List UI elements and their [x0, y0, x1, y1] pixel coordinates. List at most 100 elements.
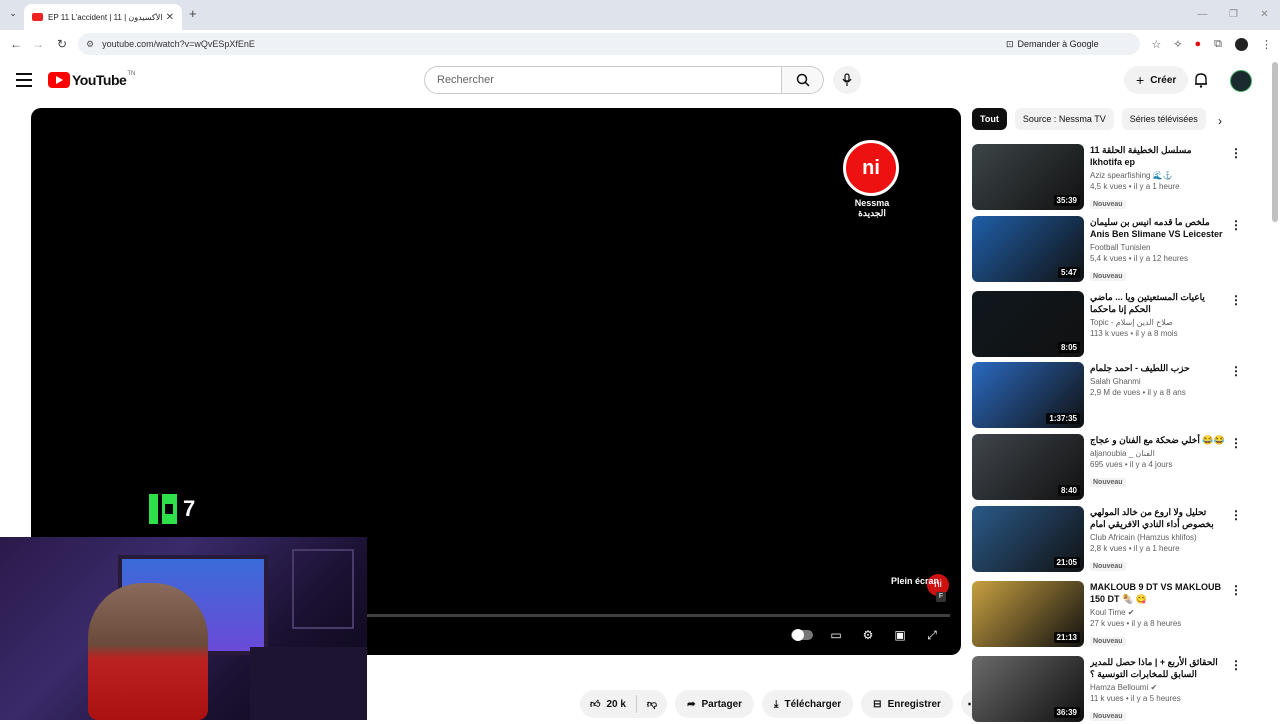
notifications-bell-icon[interactable] [1194, 72, 1208, 93]
progress-bar[interactable] [366, 614, 950, 617]
forward-icon[interactable]: → [26, 37, 50, 51]
filter-chips: Tout Source : Nessma TV Séries télévisée… [972, 108, 1206, 130]
profile-avatar[interactable] [1235, 37, 1248, 51]
video-thumbnail[interactable]: 8:05 [972, 291, 1084, 357]
channel-name[interactable]: Topic - صلاح الدين إسلام [1090, 317, 1226, 328]
address-bar-row: ← → ↻ ⚙ youtube.com/watch?v=wQvESpXfEnE … [0, 30, 1280, 58]
hamburger-menu-icon[interactable] [16, 73, 32, 87]
url-text: youtube.com/watch?v=wQvESpXfEnE [102, 39, 255, 49]
recommendation-item[interactable]: 21:13 MAKLOUB 9 DT VS MAKLOUB 150 DT 🌯 😋 K… [972, 581, 1262, 649]
google-lens-icon: ⊡ [1006, 38, 1014, 49]
page-scrollbar[interactable] [1272, 62, 1278, 222]
chip-series[interactable]: Séries télévisées [1121, 108, 1206, 130]
site-info-icon[interactable]: ⚙ [86, 39, 94, 50]
dislike-button[interactable]: 👎︎ [637, 695, 667, 713]
more-options-icon[interactable]: ⋮ [1230, 218, 1242, 232]
close-tab-icon[interactable]: ✕ [166, 12, 174, 23]
video-thumbnail[interactable]: 1:37:35 [972, 362, 1084, 428]
account-avatar[interactable] [1230, 70, 1252, 92]
recommendation-item[interactable]: 35:39 مسلسل الخطيفة الحلقة 11 Ikhotifa ep… [972, 144, 1262, 212]
search-button[interactable] [782, 66, 824, 94]
extension-icon[interactable]: ⟡ [1174, 38, 1181, 51]
opera-icon[interactable]: ● [1194, 38, 1201, 50]
video-title[interactable]: مسلسل الخطيفة الحلقة 11 Ikhotifa ep [1090, 144, 1226, 168]
browser-menu-icon[interactable]: ⋮ [1261, 38, 1272, 51]
settings-gear-icon[interactable]: ⚙ [859, 626, 877, 644]
theater-mode-icon[interactable]: ▣ [891, 626, 909, 644]
channel-name[interactable]: Salah Ghanmi [1090, 376, 1226, 387]
voice-search-button[interactable] [833, 66, 861, 94]
browser-tab[interactable]: EP 11 L'accident | الأكسيدون | 11 ... ✕ [24, 4, 182, 30]
channel-name[interactable]: Aziz spearfishing 🌊⚓ [1090, 170, 1226, 181]
fullscreen-shortcut-key: F [936, 592, 946, 602]
video-meta: 2,8 k vues • il y a 1 heure [1090, 544, 1180, 553]
video-meta: 695 vues • il y a 4 jours [1090, 460, 1173, 469]
video-thumbnail[interactable]: 36:39 [972, 656, 1084, 722]
video-info: الحقائق الأربع + | ماذا حصل للمدير الساب… [1090, 656, 1226, 723]
bookmark-star-icon[interactable]: ☆ [1151, 38, 1161, 51]
save-button[interactable]: ⊟ Enregistrer [861, 690, 953, 718]
recommendation-item[interactable]: 5:47 ملخص ما قدمه انيس بن سليمان Anis Ben… [972, 216, 1262, 284]
video-title[interactable]: حزب اللطيف - احمد جلمام [1090, 362, 1226, 374]
fullscreen-icon[interactable]: ⤢ [923, 626, 941, 644]
close-window-icon[interactable]: ✕ [1249, 0, 1280, 30]
video-info: ملخص ما قدمه انيس بن سليمان Anis Ben Sli… [1090, 216, 1226, 283]
like-button[interactable]: 👍︎ 20 k [580, 695, 637, 713]
chip-source[interactable]: Source : Nessma TV [1014, 108, 1114, 130]
channel-name[interactable]: Football Tunisien [1090, 242, 1226, 253]
recommendation-item[interactable]: 8:40 أخلي ضحكة مع الفنان و عجاج 😂😂 aljanou… [972, 434, 1262, 502]
country-code: TN [127, 71, 136, 77]
tab-search-icon[interactable]: ⌄ [6, 6, 20, 20]
recommendation-item[interactable]: 21:05 تحليل ولا اروع من خالد المولهي بخصو… [972, 506, 1262, 574]
player-controls: ▭ ⚙ ▣ ⤢ [791, 626, 941, 644]
more-options-icon[interactable]: ⋮ [1230, 293, 1242, 307]
k7-number: 7 [183, 496, 196, 521]
webcam-person [88, 583, 208, 720]
search-input[interactable]: Rechercher [424, 66, 782, 94]
restore-icon[interactable]: ❐ [1218, 0, 1249, 30]
video-thumbnail[interactable]: 21:05 [972, 506, 1084, 572]
subtitles-icon[interactable]: ▭ [827, 626, 845, 644]
puzzle-icon[interactable]: ⧉ [1214, 38, 1222, 51]
recommendation-item[interactable]: 36:39 الحقائق الأربع + | ماذا حصل للمدير … [972, 656, 1262, 724]
back-icon[interactable]: ← [4, 37, 28, 51]
chevron-right-icon[interactable]: › [1218, 114, 1222, 128]
video-title[interactable]: MAKLOUB 9 DT VS MAKLOUB 150 DT 🌯 😋 [1090, 581, 1226, 605]
recommendation-item[interactable]: 8:05 ياعيات المستعيتين ويا ... ماضي الحكم… [972, 291, 1262, 359]
channel-name[interactable]: Hamza Belloumi ✔ [1090, 682, 1226, 693]
save-label: Enregistrer [887, 698, 941, 710]
create-button[interactable]: + Créer [1124, 66, 1189, 94]
url-bar[interactable]: ⚙ youtube.com/watch?v=wQvESpXfEnE [78, 33, 1140, 55]
share-icon: ➦ [687, 698, 696, 710]
video-thumbnail[interactable]: 8:40 [972, 434, 1084, 500]
channel-name[interactable]: Koul Time ✔ [1090, 607, 1226, 618]
channel-name[interactable]: aljanoubia _ الفنان [1090, 448, 1226, 459]
more-options-icon[interactable]: ⋮ [1230, 436, 1242, 450]
minimize-icon[interactable]: — [1187, 0, 1218, 30]
autoplay-toggle[interactable] [791, 629, 813, 641]
youtube-logo[interactable]: YouTube TN [48, 71, 136, 88]
video-thumbnail[interactable]: 5:47 [972, 216, 1084, 282]
more-options-icon[interactable]: ⋮ [1230, 658, 1242, 672]
download-button[interactable]: ⤓ Télécharger [762, 690, 854, 718]
chip-all[interactable]: Tout [972, 108, 1007, 130]
video-title[interactable]: أخلي ضحكة مع الفنان و عجاج 😂😂 [1090, 434, 1226, 446]
video-title[interactable]: ياعيات المستعيتين ويا ... ماضي الحكم إنا… [1090, 291, 1226, 315]
more-options-icon[interactable]: ⋮ [1230, 583, 1242, 597]
recommendation-item[interactable]: 1:37:35 حزب اللطيف - احمد جلمام Salah Ghan… [972, 362, 1262, 430]
video-title[interactable]: ملخص ما قدمه انيس بن سليمان Anis Ben Sli… [1090, 216, 1226, 240]
video-title[interactable]: تحليل ولا اروع من خالد المولهي بخصوص أدا… [1090, 506, 1226, 530]
channel-name[interactable]: Club Africain (Hamzus khlifos) [1090, 532, 1226, 543]
share-button[interactable]: ➦ Partager [675, 690, 755, 718]
video-thumbnail[interactable]: 35:39 [972, 144, 1084, 210]
more-options-icon[interactable]: ⋮ [1230, 508, 1242, 522]
download-label: Télécharger [784, 698, 842, 710]
video-thumbnail[interactable]: 21:13 [972, 581, 1084, 647]
more-options-icon[interactable]: ⋮ [1230, 146, 1242, 160]
reload-icon[interactable]: ↻ [50, 37, 74, 51]
video-title[interactable]: الحقائق الأربع + | ماذا حصل للمدير الساب… [1090, 656, 1226, 680]
ask-google-button[interactable]: ⊡ Demander à Google [1006, 35, 1099, 53]
video-meta: 5,4 k vues • il y a 12 heures [1090, 254, 1188, 263]
more-options-icon[interactable]: ⋮ [1230, 364, 1242, 378]
new-tab-icon[interactable]: + [189, 6, 197, 21]
